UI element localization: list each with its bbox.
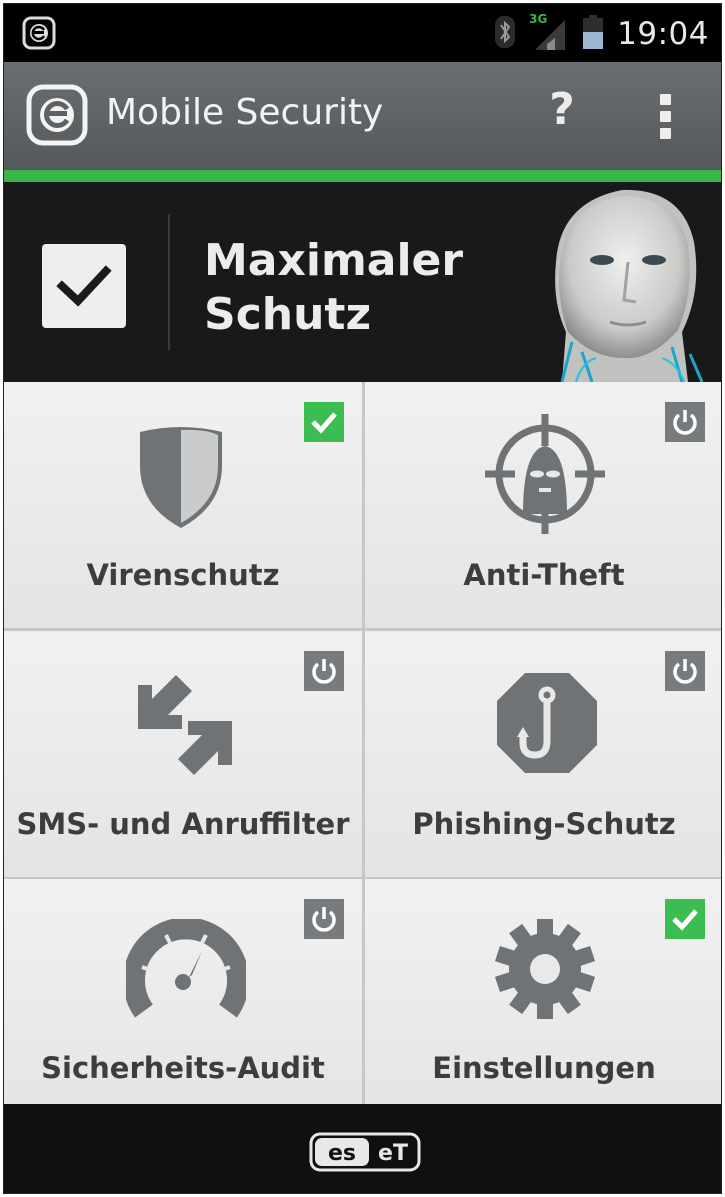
- eset-logo-text-right: eT: [378, 1141, 408, 1166]
- power-icon: [304, 651, 344, 691]
- status-line-1: Maximaler: [204, 235, 464, 286]
- footer: es eT: [4, 1104, 721, 1193]
- tile-virenschutz[interactable]: Virenschutz: [4, 382, 362, 628]
- app-logo-icon: [26, 84, 88, 150]
- tile-sms-anruffilter[interactable]: SMS- und Anruffilter: [4, 631, 362, 877]
- eset-android-mascot: [532, 182, 721, 382]
- eset-notification-icon: [22, 16, 56, 54]
- signal-icon: 3G: [529, 12, 569, 52]
- protection-checkmark-icon: [42, 244, 126, 328]
- tile-label: Einstellungen: [432, 1051, 656, 1085]
- status-line-2: Schutz: [204, 289, 372, 340]
- enabled-check-icon: [665, 899, 705, 939]
- power-icon: [665, 402, 705, 442]
- app-title: Mobile Security: [106, 92, 384, 133]
- tile-anti-theft[interactable]: Anti-Theft: [365, 382, 721, 628]
- protection-status-text: Maximaler Schutz: [204, 234, 463, 342]
- tile-phishing-schutz[interactable]: Phishing-Schutz: [365, 631, 721, 877]
- gear-icon: [493, 917, 597, 1025]
- clock: 19:04: [617, 16, 709, 52]
- power-icon: [304, 899, 344, 939]
- tile-label: Phishing-Schutz: [412, 807, 676, 841]
- gauge-icon: [123, 917, 249, 1023]
- tile-sicherheits-audit[interactable]: Sicherheits-Audit: [4, 879, 362, 1125]
- tile-label: SMS- und Anruffilter: [16, 807, 350, 841]
- power-icon: [665, 651, 705, 691]
- protection-status-bar: [4, 170, 721, 182]
- help-button[interactable]: ?: [540, 84, 584, 135]
- phone-screen: 3G 19:04 Mobile Security ? Maximaler Sch…: [3, 3, 722, 1194]
- status-bar: 3G 19:04: [4, 4, 721, 62]
- tile-label: Anti-Theft: [463, 558, 625, 592]
- battery-icon: [581, 14, 605, 54]
- action-bar: Mobile Security ?: [4, 62, 721, 170]
- hook-icon: [495, 671, 599, 779]
- tile-label: Virenschutz: [86, 558, 280, 592]
- target-thief-icon: [483, 410, 607, 538]
- tile-label: Sicherheits-Audit: [41, 1051, 325, 1085]
- shield-icon: [136, 426, 226, 534]
- divider: [168, 214, 170, 350]
- enabled-check-icon: [304, 402, 344, 442]
- tile-einstellungen[interactable]: Einstellungen: [365, 879, 721, 1125]
- arrows-icon: [132, 671, 238, 783]
- module-grid: Virenschutz Anti-Theft SMS- und Anruffil…: [4, 382, 721, 1125]
- bluetooth-icon: [493, 15, 517, 53]
- protection-status-panel: Maximaler Schutz: [4, 182, 721, 382]
- eset-logo: es eT: [309, 1132, 421, 1176]
- overflow-menu-icon[interactable]: [656, 92, 676, 140]
- eset-logo-text-left: es: [328, 1141, 356, 1166]
- status-icons: 3G 19:04: [493, 12, 709, 56]
